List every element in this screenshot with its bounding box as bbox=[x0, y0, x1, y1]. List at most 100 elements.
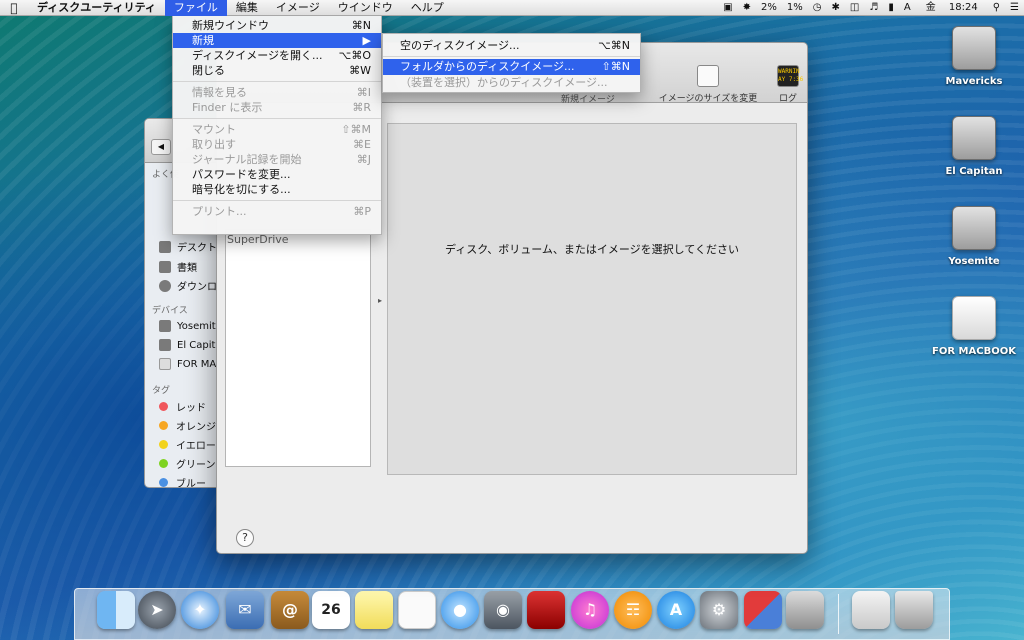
log-button[interactable]: WARNIN AY 7:36 ログ bbox=[773, 65, 803, 104]
vmware-icon[interactable] bbox=[744, 591, 782, 629]
activity-icon[interactable]: ✸ bbox=[738, 0, 756, 16]
menu-item-print[interactable]: プリント... ⌘P bbox=[173, 204, 381, 219]
tag-red[interactable]: レッド bbox=[159, 399, 206, 414]
menu-item-label: ディスクイメージを開く... bbox=[192, 49, 323, 62]
dock-separator bbox=[838, 594, 839, 634]
finder-item-label: デスクト bbox=[177, 243, 217, 254]
finder-item-label: 書類 bbox=[177, 263, 197, 274]
drive-icon bbox=[159, 320, 171, 332]
tag-dot-icon bbox=[159, 402, 168, 411]
back-button[interactable]: ◀ bbox=[151, 139, 171, 155]
desktop-drive-mavericks[interactable]: Mavericks bbox=[929, 26, 1019, 87]
menu-item-show-in-finder[interactable]: Finder に表示 ⌘R bbox=[173, 100, 381, 115]
menu-item-label: 閉じる bbox=[192, 64, 225, 77]
tag-dot-icon bbox=[159, 459, 168, 468]
menu-item-turn-off-encryption[interactable]: 暗号化を切にする... bbox=[173, 182, 381, 197]
drive-icon bbox=[159, 358, 171, 370]
volume-icon[interactable]: ♬ bbox=[864, 0, 883, 16]
desktop-drive-yosemite[interactable]: Yosemite bbox=[929, 206, 1019, 267]
select-prompt: ディスク、ボリューム、またはイメージを選択してください bbox=[444, 243, 740, 256]
finder-item-downloads[interactable]: ダウンロ bbox=[159, 278, 217, 293]
notes-icon[interactable] bbox=[355, 591, 393, 629]
menu-window[interactable]: ウインドウ bbox=[329, 0, 402, 16]
calendar-icon[interactable]: 26 bbox=[312, 591, 350, 629]
submenu-item-image-from-folder[interactable]: フォルダからのディスクイメージ... ⇧⌘N bbox=[383, 59, 640, 75]
screen-share-icon[interactable]: ▣ bbox=[718, 0, 737, 16]
facetime-icon[interactable]: ◉ bbox=[484, 591, 522, 629]
split-view-handle[interactable]: ▸ bbox=[378, 296, 382, 305]
input-method-icon[interactable]: A bbox=[899, 0, 916, 16]
trash-icon[interactable] bbox=[895, 591, 933, 629]
menu-image[interactable]: イメージ bbox=[267, 0, 329, 16]
menu-item-enable-journaling[interactable]: ジャーナル記録を開始 ⌘J bbox=[173, 152, 381, 167]
menu-help[interactable]: ヘルプ bbox=[402, 0, 453, 16]
wifi-icon[interactable]: ◫ bbox=[845, 0, 864, 16]
help-button[interactable]: ? bbox=[236, 529, 254, 547]
clock[interactable]: 金 18:24 bbox=[916, 0, 988, 16]
mail-icon[interactable]: ✉ bbox=[226, 591, 264, 629]
spotlight-icon[interactable]: ⚲ bbox=[988, 0, 1005, 16]
finder-item-label: FOR MA bbox=[177, 358, 217, 370]
itunes-icon[interactable]: ♫ bbox=[571, 591, 609, 629]
menu-item-open-disk-image[interactable]: ディスクイメージを開く... ⌥⌘O bbox=[173, 48, 381, 63]
finder-item-documents[interactable]: 書類 bbox=[159, 259, 197, 274]
menu-item-mount[interactable]: マウント ⇧⌘M bbox=[173, 122, 381, 137]
toolbar-new-image-label[interactable]: 新規イメージ bbox=[561, 92, 615, 105]
launchpad-icon[interactable]: ➤ bbox=[138, 591, 176, 629]
menu-item-label: 空のディスクイメージ... bbox=[400, 39, 520, 52]
desktop-drive-elcapitan[interactable]: El Capitan bbox=[929, 116, 1019, 177]
system-preferences-icon[interactable]: ⚙ bbox=[700, 591, 738, 629]
detail-pane: ディスク、ボリューム、またはイメージを選択してください bbox=[387, 123, 797, 475]
menu-separator bbox=[383, 56, 640, 57]
menu-item-label: 新規 bbox=[192, 34, 214, 47]
battery-percent[interactable]: 2% bbox=[756, 0, 782, 16]
menu-item-change-password[interactable]: パスワードを変更... bbox=[173, 167, 381, 182]
finder-device-elcapitan[interactable]: El Capit bbox=[159, 339, 215, 351]
finder-device-formacbook[interactable]: FOR MA bbox=[159, 358, 216, 370]
bluetooth-icon[interactable]: ✱ bbox=[827, 0, 845, 16]
log-icon: WARNIN AY 7:36 bbox=[777, 65, 803, 87]
app-menu[interactable]: ディスクユーティリティ bbox=[28, 0, 165, 16]
messages-icon[interactable]: ● bbox=[441, 591, 479, 629]
photo-booth-icon[interactable] bbox=[527, 591, 565, 629]
safari-icon[interactable]: ✦ bbox=[181, 591, 219, 629]
apple-menu-icon[interactable]:  bbox=[0, 1, 28, 15]
reminders-icon[interactable] bbox=[398, 591, 436, 629]
tag-orange[interactable]: オレンジ bbox=[159, 418, 216, 433]
tag-label: レッド bbox=[176, 403, 206, 414]
menu-item-new-window[interactable]: 新規ウインドウ ⌘N bbox=[173, 18, 381, 33]
finder-device-yosemite[interactable]: Yosemit bbox=[159, 320, 216, 332]
notification-center-icon[interactable]: ☰ bbox=[1005, 0, 1024, 16]
tag-dot-icon bbox=[159, 478, 168, 487]
tag-label: グリーン bbox=[176, 460, 216, 471]
device-source-list[interactable] bbox=[225, 229, 371, 467]
app-store-icon[interactable]: A bbox=[657, 591, 695, 629]
downloads-icon[interactable] bbox=[852, 591, 890, 629]
finder-item-desktop[interactable]: デスクト bbox=[159, 239, 217, 254]
time-machine-icon[interactable]: ◷ bbox=[808, 0, 827, 16]
resize-image-button[interactable]: イメージのサイズを変更 bbox=[653, 65, 763, 104]
menu-item-eject[interactable]: 取り出す ⌘E bbox=[173, 137, 381, 152]
contacts-icon[interactable]: @ bbox=[271, 591, 309, 629]
tag-green[interactable]: グリーン bbox=[159, 456, 216, 471]
tag-blue[interactable]: ブルー bbox=[159, 475, 206, 487]
menu-file[interactable]: ファイル bbox=[164, 0, 227, 16]
menu-edit[interactable]: 編集 bbox=[227, 0, 267, 16]
menu-item-get-info[interactable]: 情報を見る ⌘I bbox=[173, 85, 381, 100]
disk-utility-icon[interactable] bbox=[786, 591, 824, 629]
cpu-percent[interactable]: 1% bbox=[782, 0, 808, 16]
submenu-item-blank-image[interactable]: 空のディスクイメージ... ⌥⌘N bbox=[383, 38, 640, 54]
desktop-drive-formacbook[interactable]: FOR MACBOOK bbox=[929, 296, 1019, 357]
ibooks-icon[interactable]: ☶ bbox=[614, 591, 652, 629]
menu-item-new[interactable]: 新規 ▶ bbox=[173, 33, 381, 48]
battery-icon[interactable]: ▮ bbox=[883, 0, 899, 16]
menu-item-close[interactable]: 閉じる ⌘W bbox=[173, 63, 381, 78]
submenu-item-image-from-device[interactable]: （装置を選択）からのディスクイメージ... bbox=[383, 75, 640, 91]
desktop-icon-label: FOR MACBOOK bbox=[932, 346, 1016, 357]
desktop-icon-label: El Capitan bbox=[945, 166, 1003, 177]
tag-yellow[interactable]: イエロー bbox=[159, 437, 216, 452]
menu-item-label: （装置を選択）からのディスクイメージ... bbox=[400, 76, 608, 89]
menu-item-label: 取り出す bbox=[192, 138, 236, 151]
finder-icon[interactable] bbox=[97, 591, 135, 629]
menu-item-shortcut: ⌘E bbox=[353, 138, 371, 151]
